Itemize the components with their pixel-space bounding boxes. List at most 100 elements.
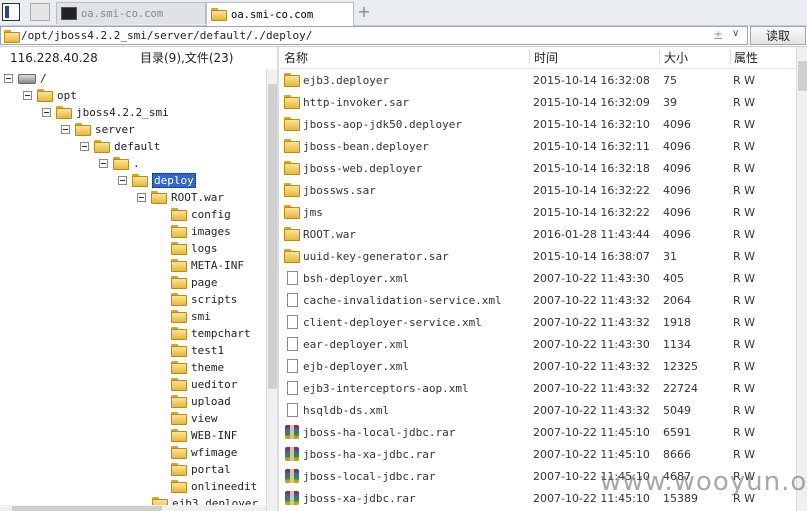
- file-row[interactable]: jboss-bean.deployer 2015-10-14 16:32:11 40…: [280, 135, 796, 157]
- collapse-icon[interactable]: [80, 142, 89, 151]
- tree-node-subdir[interactable]: onlineedit: [171, 478, 257, 495]
- collapse-icon[interactable]: [137, 193, 146, 202]
- tree-node-subdir[interactable]: test1: [171, 342, 224, 359]
- collapse-icon[interactable]: [23, 91, 32, 100]
- folder-icon: [171, 429, 187, 442]
- folder-icon: [284, 139, 300, 153]
- file-attr: R W: [733, 139, 756, 153]
- tree-node-subdir[interactable]: wfimage: [171, 444, 237, 461]
- file-time: 2015-10-14 16:32:10: [533, 117, 650, 131]
- tree-node-opt[interactable]: opt: [23, 87, 77, 104]
- tree-node-root-war[interactable]: ROOT.war: [137, 189, 224, 206]
- file-name: jboss-xa-jdbc.rar: [303, 491, 416, 505]
- folder-icon: [132, 174, 148, 187]
- file-row[interactable]: ejb-deployer.xml 2007-10-22 11:43:32 12325…: [280, 355, 796, 377]
- col-name[interactable]: 名称: [284, 49, 308, 66]
- file-time: 2015-10-14 16:32:22: [533, 205, 650, 219]
- tree-node-subdir[interactable]: scripts: [171, 291, 237, 308]
- file-name: http-invoker.sar: [303, 95, 409, 109]
- chevron-down-icon[interactable]: ∨: [732, 28, 739, 39]
- file-name: ejb3-interceptors-aop.xml: [303, 381, 469, 395]
- tree-label: smi: [191, 310, 211, 323]
- tab-terminal[interactable]: oa.smi-co.com: [56, 2, 206, 24]
- scroll-thumb[interactable]: [798, 61, 807, 91]
- archive-icon: [284, 491, 300, 505]
- file-row[interactable]: cache-invalidation-service.xml 2007-10-22…: [280, 289, 796, 311]
- tab-files[interactable]: oa.smi-co.com: [206, 2, 354, 26]
- tree-node-subdir[interactable]: page: [171, 274, 218, 291]
- tree-node-subdir[interactable]: config: [171, 206, 231, 223]
- file-row[interactable]: ROOT.war 2016-01-28 11:43:44 4096 R W: [280, 223, 796, 245]
- tree-node-subdir[interactable]: logs: [171, 240, 218, 257]
- file-attr: R W: [733, 227, 756, 241]
- add-tab-button[interactable]: +: [357, 3, 371, 21]
- history-marker[interactable]: ±: [713, 28, 723, 42]
- file-row[interactable]: bsh-deployer.xml 2007-10-22 11:43:30 405 R …: [280, 267, 796, 289]
- tree-hscrollbar[interactable]: [0, 505, 266, 511]
- tree-node-jboss[interactable]: jboss4.2.2_smi: [42, 104, 169, 121]
- file-size: 1134: [663, 337, 691, 351]
- file-row[interactable]: ejb3-interceptors-aop.xml 2007-10-22 11:4…: [280, 377, 796, 399]
- tree-node-subdir[interactable]: view: [171, 410, 218, 427]
- folder-icon: [171, 259, 187, 272]
- tree-node-default[interactable]: default: [80, 138, 160, 155]
- folder-icon: [113, 157, 129, 170]
- file-row[interactable]: hsqldb-ds.xml 2007-10-22 11:43:32 5049 R W: [280, 399, 796, 421]
- scroll-thumb[interactable]: [268, 84, 277, 389]
- sidebar-toggle-icon[interactable]: [2, 3, 20, 21]
- folder-icon: [171, 378, 187, 391]
- file-row[interactable]: ear-deployer.xml 2007-10-22 11:43:30 1134 R…: [280, 333, 796, 355]
- file-row[interactable]: jboss-ha-xa-jdbc.rar 2007-10-22 11:45:10 8…: [280, 443, 796, 465]
- tree-node-subdir[interactable]: images: [171, 223, 231, 240]
- file-row[interactable]: http-invoker.sar 2015-10-14 16:32:09 39 R W: [280, 91, 796, 113]
- tree-node-subdir[interactable]: WEB-INF: [171, 427, 237, 444]
- folder-icon: [284, 183, 300, 197]
- tree-node-subdir[interactable]: META-INF: [171, 257, 244, 274]
- file-row[interactable]: jboss-web.deployer 2015-10-14 16:32:18 409…: [280, 157, 796, 179]
- file-row[interactable]: client-deployer-service.xml 2007-10-22 11…: [280, 311, 796, 333]
- collapse-icon[interactable]: [118, 176, 127, 185]
- tree-label: WEB-INF: [191, 429, 238, 442]
- file-list: ejb3.deployer 2015-10-14 16:32:08 75 R Whtt…: [280, 69, 796, 511]
- file-attr: R W: [733, 359, 756, 373]
- folder-icon: [284, 205, 300, 219]
- collapse-icon[interactable]: [99, 159, 108, 168]
- tree-node-subdir[interactable]: tempchart: [171, 325, 251, 342]
- file-attr: R W: [733, 95, 756, 109]
- folder-icon: [94, 140, 110, 153]
- tree-node-subdir[interactable]: ueditor: [171, 376, 237, 393]
- folder-icon: [171, 276, 187, 289]
- new-window-icon[interactable]: [30, 3, 50, 21]
- folder-icon: [284, 73, 300, 87]
- path-text: /opt/jboss4.2.2_smi/server/default/./dep…: [21, 29, 313, 42]
- file-row[interactable]: jboss-aop-jdk50.deployer 2015-10-14 16:32…: [280, 113, 796, 135]
- file-row[interactable]: jbossws.sar 2015-10-14 16:32:22 4096 R W: [280, 179, 796, 201]
- col-time[interactable]: 时间: [534, 49, 558, 66]
- tree-node-dot[interactable]: .: [99, 155, 140, 172]
- file-attr: R W: [733, 73, 756, 87]
- tree-node-subdir[interactable]: upload: [171, 393, 231, 410]
- path-input[interactable]: /opt/jboss4.2.2_smi/server/default/./dep…: [0, 26, 748, 45]
- collapse-icon[interactable]: [4, 74, 13, 83]
- col-size[interactable]: 大小: [664, 49, 688, 66]
- list-scrollbar[interactable]: [796, 47, 807, 511]
- file-row[interactable]: jboss-ha-local-jdbc.rar 2007-10-22 11:45:…: [280, 421, 796, 443]
- pane-splitter[interactable]: [277, 47, 279, 511]
- read-button[interactable]: 读取: [750, 26, 806, 45]
- file-row[interactable]: ejb3.deployer 2015-10-14 16:32:08 75 R W: [280, 69, 796, 91]
- tree-node-deploy[interactable]: deploy: [118, 172, 196, 189]
- tree-node-subdir[interactable]: portal: [171, 461, 231, 478]
- scroll-thumb[interactable]: [12, 506, 162, 511]
- collapse-icon[interactable]: [42, 108, 51, 117]
- tree-node-subdir[interactable]: smi: [171, 308, 211, 325]
- file-row[interactable]: uuid-key-generator.sar 2015-10-14 16:38:0…: [280, 245, 796, 267]
- folder-icon: [171, 463, 187, 476]
- file-row[interactable]: jms 2015-10-14 16:32:22 4096 R W: [280, 201, 796, 223]
- left-header: 116.228.40.28 目录(9),文件(23): [0, 47, 266, 68]
- collapse-icon[interactable]: [61, 125, 70, 134]
- tree-node-root[interactable]: /: [4, 70, 47, 87]
- file-name: cache-invalidation-service.xml: [303, 293, 502, 307]
- tree-node-subdir[interactable]: theme: [171, 359, 224, 376]
- tree-node-server[interactable]: server: [61, 121, 135, 138]
- col-attr[interactable]: 属性: [734, 49, 758, 66]
